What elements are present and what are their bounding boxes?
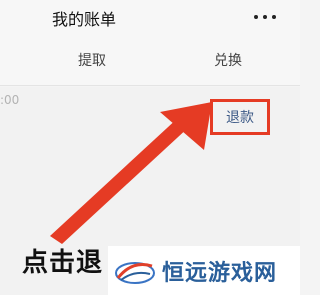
annotation-caption: 点击退 xyxy=(22,248,104,278)
watermark: 恒远游戏网 xyxy=(108,246,300,295)
tab-withdraw[interactable]: 提取 xyxy=(78,50,106,70)
top-bar: 我的账单 xyxy=(0,0,300,34)
more-horizontal-icon[interactable] xyxy=(254,14,276,20)
refund-highlight-box: 退款 xyxy=(210,99,270,135)
transaction-time: :00 xyxy=(0,93,20,107)
page-title: 我的账单 xyxy=(52,10,117,29)
tab-exchange[interactable]: 兑换 xyxy=(214,50,242,70)
refund-link[interactable]: 退款 xyxy=(226,107,254,127)
watermark-logo-icon xyxy=(115,261,155,284)
watermark-text: 恒远游戏网 xyxy=(162,259,278,286)
bill-tabs: 提取 兑换 xyxy=(0,34,300,86)
